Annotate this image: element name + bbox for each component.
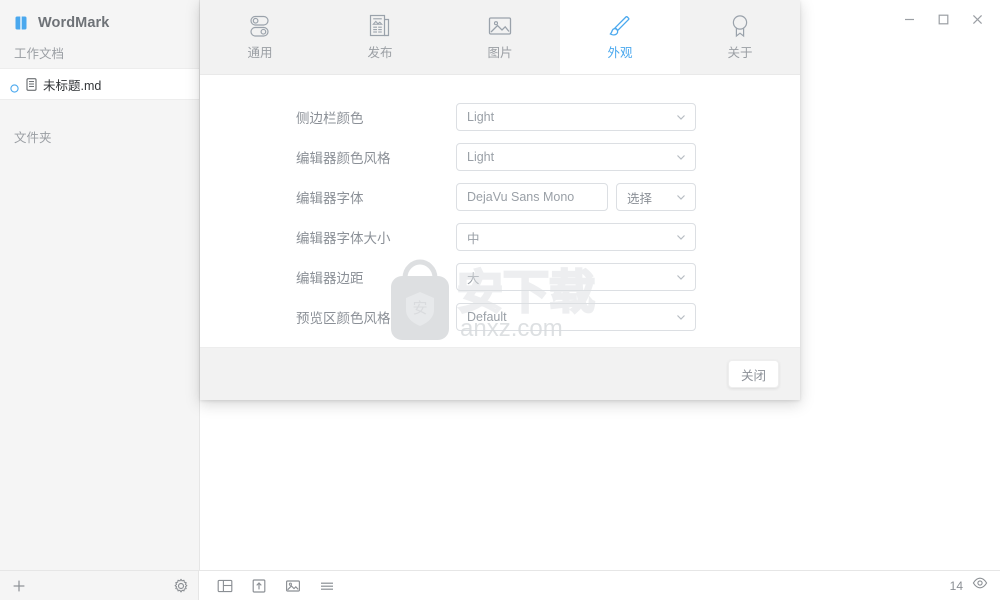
book-logo-icon <box>14 16 28 30</box>
paintbrush-icon <box>607 13 633 39</box>
circle-unsaved-icon <box>10 80 19 93</box>
select-preview-color-style[interactable]: Default <box>456 303 696 331</box>
select-sidebar-color[interactable]: Light <box>456 103 696 131</box>
label-editor-font-size: 编辑器字体大小 <box>296 231 391 246</box>
brand: WordMark <box>0 6 199 40</box>
chevron-down-icon <box>675 231 687 243</box>
window-controls <box>892 4 994 34</box>
section-label-work-docs: 工作文档 <box>14 47 65 61</box>
label-sidebar-color: 侧边栏颜色 <box>296 111 364 126</box>
maximize-icon[interactable] <box>926 5 960 33</box>
tab-publish-label: 发布 <box>367 46 393 60</box>
document-icon <box>25 77 38 91</box>
form-row-editor-margin: 编辑器边距 大 <box>200 257 800 297</box>
tab-about[interactable]: 关于 <box>680 0 800 74</box>
tab-general[interactable]: 通用 <box>200 0 320 74</box>
dialog-footer: 关闭 <box>200 347 800 400</box>
editor-font-choose-label: 选择 <box>627 191 653 206</box>
dialog-close-button[interactable]: 关闭 <box>727 360 779 388</box>
chevron-down-icon <box>675 151 687 163</box>
select-sidebar-color-value: Light <box>467 110 495 124</box>
close-icon[interactable] <box>960 5 994 33</box>
tab-appearance[interactable]: 外观 <box>560 0 680 74</box>
bottom-right-zone: 14 <box>950 571 988 600</box>
tab-general-label: 通用 <box>247 46 273 60</box>
editor-font-choose-button[interactable]: 选择 <box>616 183 696 211</box>
settings-tabbar: 通用 发布 图片 外观 关于 <box>200 0 800 75</box>
tab-publish[interactable]: 发布 <box>320 0 440 74</box>
select-editor-margin-value: 大 <box>467 271 480 286</box>
add-document-button[interactable] <box>11 578 27 594</box>
layout-panel-icon[interactable] <box>214 575 236 597</box>
chevron-down-icon <box>675 271 687 283</box>
select-editor-font-size[interactable]: 中 <box>456 223 696 251</box>
label-editor-margin: 编辑器边距 <box>296 271 364 286</box>
award-badge-icon <box>728 13 752 39</box>
brand-name: WordMark <box>38 15 110 31</box>
eye-icon[interactable] <box>972 575 988 596</box>
menu-icon[interactable] <box>316 575 338 597</box>
select-editor-color-style-value: Light <box>467 150 495 164</box>
publish-document-icon <box>368 13 392 39</box>
gear-icon[interactable] <box>170 575 192 597</box>
label-editor-font: 编辑器字体 <box>296 191 364 206</box>
app-window: WordMark 工作文档 未标题.md 文件夹 通用 发布 图片 外观 关于 … <box>0 0 1000 600</box>
select-editor-font-size-value: 中 <box>467 231 480 246</box>
tab-images[interactable]: 图片 <box>440 0 560 74</box>
editor-font-value: DejaVu Sans Mono <box>467 190 575 204</box>
insert-image-icon[interactable] <box>282 575 304 597</box>
image-icon <box>487 13 513 39</box>
chevron-down-icon <box>675 191 687 203</box>
label-editor-color-style: 编辑器颜色风格 <box>296 151 391 166</box>
sidebar: WordMark 工作文档 未标题.md 文件夹 <box>0 0 200 570</box>
section-label-folders: 文件夹 <box>14 131 52 145</box>
toggles-icon <box>248 13 272 39</box>
label-preview-color-style: 预览区颜色风格 <box>296 311 391 326</box>
chevron-down-icon <box>675 311 687 323</box>
bottom-icon-group <box>170 571 350 600</box>
form-row-editor-font-size: 编辑器字体大小 中 <box>200 217 800 257</box>
word-count: 14 <box>949 578 963 593</box>
export-icon[interactable] <box>248 575 270 597</box>
sidebar-file-item[interactable]: 未标题.md <box>0 68 199 100</box>
select-preview-color-style-value: Default <box>467 310 507 324</box>
minimize-icon[interactable] <box>892 5 926 33</box>
form-row-editor-font: 编辑器字体 DejaVu Sans Mono 选择 <box>200 177 800 217</box>
tab-images-label: 图片 <box>487 46 513 60</box>
select-editor-color-style[interactable]: Light <box>456 143 696 171</box>
settings-form: 侧边栏颜色 Light 编辑器颜色风格 Light 编辑器字体 DejaVu S… <box>200 75 800 347</box>
form-row-sidebar-color: 侧边栏颜色 Light <box>200 97 800 137</box>
chevron-down-icon <box>675 111 687 123</box>
sidebar-file-name: 未标题.md <box>43 78 102 93</box>
bottom-toolbar: 14 <box>0 570 1000 600</box>
settings-dialog: 通用 发布 图片 外观 关于 侧边栏颜色 Light 编辑器颜色风格 Light… <box>200 0 800 400</box>
editor-font-input[interactable]: DejaVu Sans Mono <box>456 183 608 211</box>
form-row-preview-color-style: 预览区颜色风格 Default <box>200 297 800 337</box>
select-editor-margin[interactable]: 大 <box>456 263 696 291</box>
tab-appearance-label: 外观 <box>607 46 633 60</box>
form-row-editor-color-style: 编辑器颜色风格 Light <box>200 137 800 177</box>
tab-about-label: 关于 <box>727 46 753 60</box>
